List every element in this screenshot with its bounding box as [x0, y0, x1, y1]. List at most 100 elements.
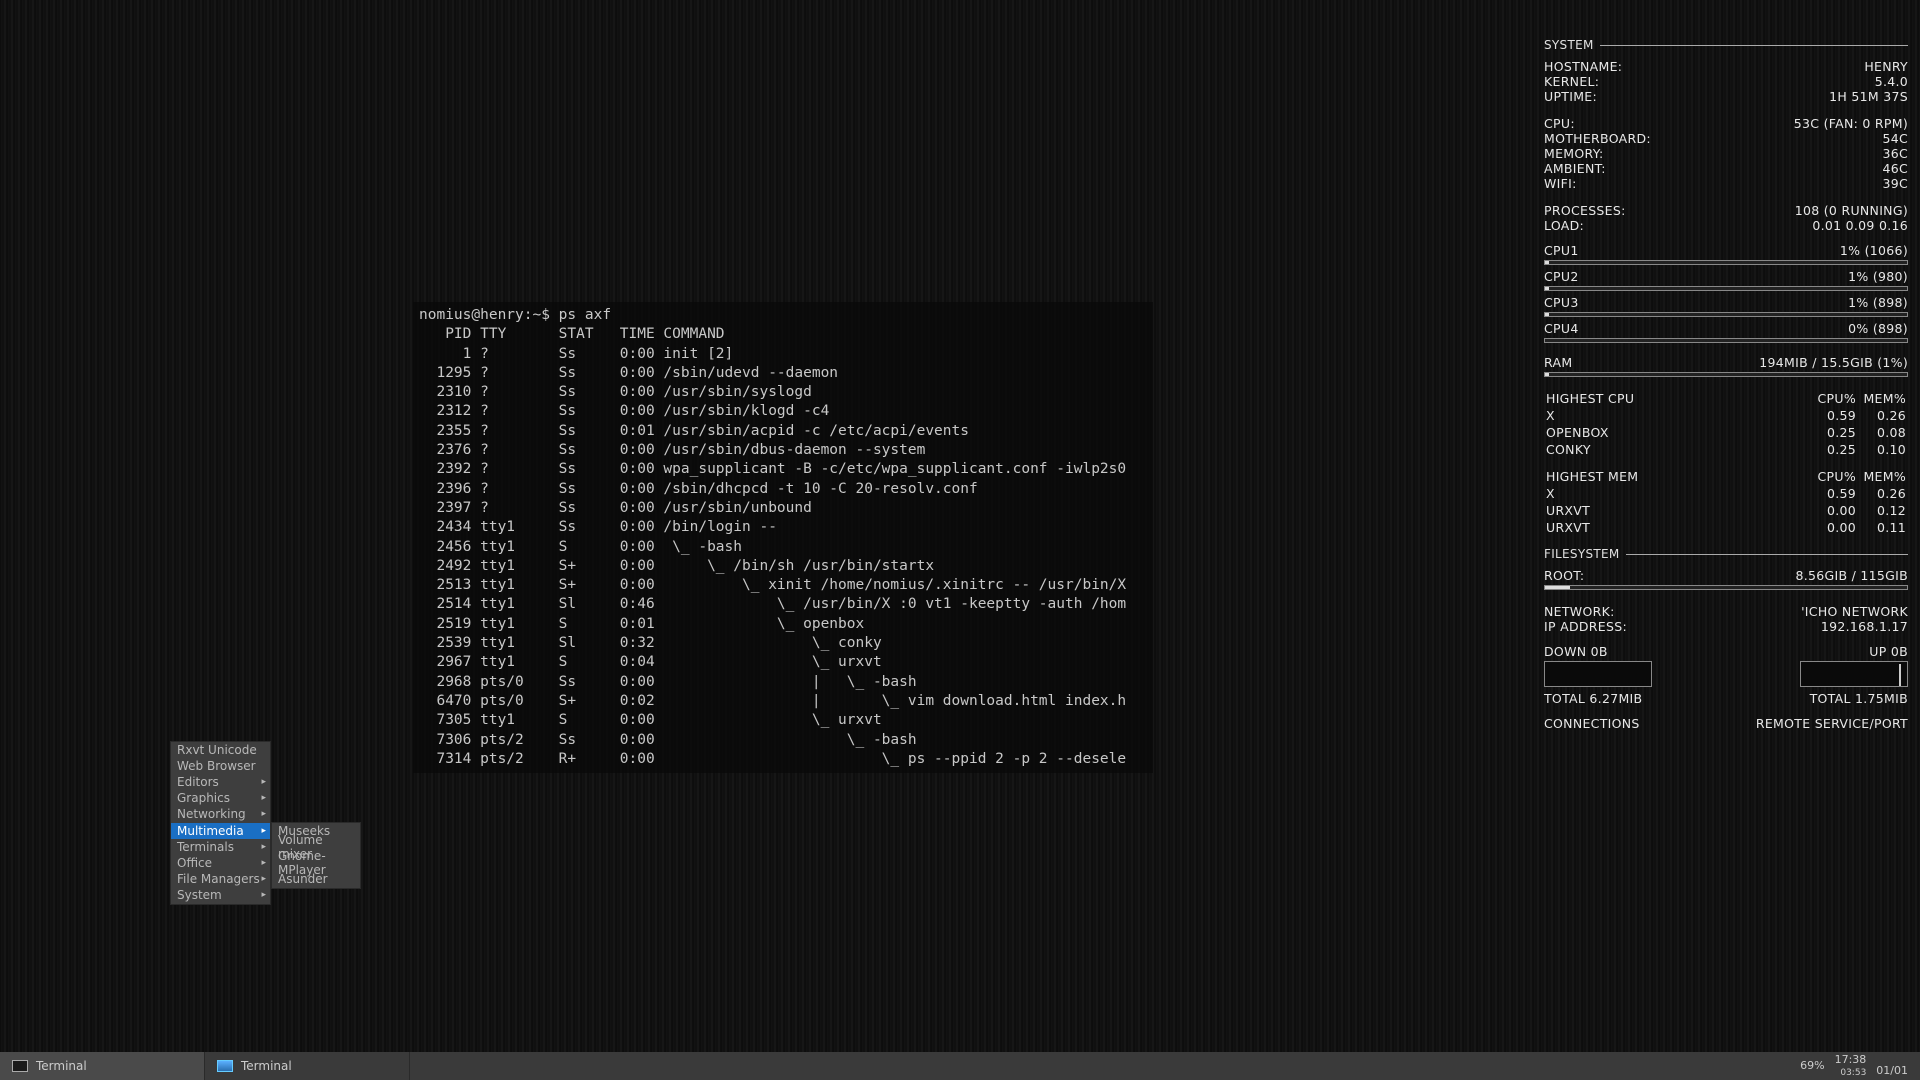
mb-value: 54C [1882, 131, 1908, 146]
system-tray[interactable]: 69% 17:3803:53 01/01 [1788, 1054, 1920, 1079]
terminal-row: 2355 ? Ss 0:01 /usr/sbin/acpid -c /etc/a… [419, 423, 969, 439]
cpu2-bar [1544, 286, 1908, 291]
chevron-right-icon: ▸ [261, 826, 266, 836]
kernel-value: 5.4.0 [1875, 74, 1908, 89]
menu-item-terminals[interactable]: Terminals ▸ [171, 839, 270, 855]
ram-bar [1544, 372, 1908, 377]
ambient-value: 46C [1882, 161, 1908, 176]
cpu4-value: 0% (898) [1848, 321, 1908, 336]
menu-label: File Managers [177, 872, 260, 886]
terminal-row: 7314 pts/2 R+ 0:00 \_ ps --ppid 2 -p 2 -… [419, 751, 1126, 767]
kernel-label: KERNEL: [1544, 74, 1599, 89]
menu-item-rxvt[interactable]: Rxvt Unicode [171, 742, 270, 758]
menu-label: Editors [177, 775, 219, 789]
terminal-row: 2492 tty1 S+ 0:00 \_ /bin/sh /usr/bin/st… [419, 558, 934, 574]
cputemp-value: 53C (FAN: 0 RPM) [1794, 116, 1908, 131]
cpu2-value: 1% (980) [1848, 269, 1908, 284]
date: 01/01 [1876, 1065, 1908, 1079]
highest-mem-table: HIGHEST MEMCPU%MEM% X0.590.26 URXVT0.000… [1544, 467, 1908, 537]
chevron-right-icon: ▸ [261, 858, 266, 868]
terminal-row: 2514 tty1 Sl 0:46 \_ /usr/bin/X :0 vt1 -… [419, 596, 1126, 612]
uptime-label: UPTIME: [1544, 89, 1597, 104]
wifitemp-value: 39C [1882, 176, 1908, 191]
down-total: TOTAL 6.27MIB [1544, 691, 1642, 706]
menu-label: Rxvt Unicode [177, 743, 257, 757]
chevron-right-icon: ▸ [261, 890, 266, 900]
load-value: 0.01 0.09 0.16 [1812, 218, 1908, 233]
chevron-right-icon: ▸ [261, 842, 266, 852]
task-label: Terminal [36, 1059, 87, 1073]
menu-item-multimedia[interactable]: Multimedia ▸ [171, 823, 270, 839]
terminal-row: 2397 ? Ss 0:00 /usr/sbin/unbound [419, 500, 812, 516]
terminal-row: 2968 pts/0 Ss 0:00 | \_ -bash [419, 674, 917, 690]
processes-value: 108 (0 RUNNING) [1795, 203, 1908, 218]
terminal-row: 2396 ? Ss 0:00 /sbin/dhcpcd -t 10 -C 20-… [419, 481, 978, 497]
terminal-icon [217, 1060, 233, 1072]
uptime-value: 1H 51M 37S [1829, 89, 1908, 104]
task-label: Terminal [241, 1059, 292, 1073]
battery-level: 69% [1800, 1060, 1824, 1072]
root-value: 8.56GIB / 115GIB [1795, 568, 1908, 583]
menu-label: Web Browser [177, 759, 256, 773]
terminal-row: 2513 tty1 S+ 0:00 \_ xinit /home/nomius/… [419, 577, 1126, 593]
cpu3-bar [1544, 312, 1908, 317]
terminal-row: 2312 ? Ss 0:00 /usr/sbin/klogd -c4 [419, 403, 829, 419]
menu-item-office[interactable]: Office ▸ [171, 855, 270, 871]
submenu-item-gnomemplayer[interactable]: Gnome-MPlayer [272, 855, 360, 871]
terminal-window[interactable]: nomius@henry:~$ ps axf PID TTY STAT TIME… [413, 302, 1153, 773]
menu-item-browser[interactable]: Web Browser [171, 758, 270, 774]
terminal-row: 2434 tty1 Ss 0:00 /bin/login -- [419, 519, 777, 535]
up-label: UP 0B [1869, 644, 1908, 659]
menu-item-filemanagers[interactable]: File Managers▸ [171, 872, 270, 888]
terminal-row: 2456 tty1 S 0:00 \_ -bash [419, 539, 742, 555]
menu-item-editors[interactable]: Editors ▸ [171, 774, 270, 790]
menu-label: Office [177, 856, 212, 870]
terminal-row: 2376 ? Ss 0:00 /usr/sbin/dbus-daemon --s… [419, 442, 925, 458]
cpu1-label: CPU1 [1544, 243, 1579, 258]
section-system: SYSTEM [1544, 38, 1908, 53]
wifitemp-label: WIFI: [1544, 176, 1577, 191]
menu-label: Terminals [177, 840, 234, 854]
context-menu[interactable]: Rxvt Unicode Web Browser Editors ▸ Graphi… [170, 741, 271, 905]
terminal-row: 2519 tty1 S 0:01 \_ openbox [419, 616, 864, 632]
cpu1-value: 1% (1066) [1840, 243, 1908, 258]
taskbar[interactable]: Terminal Terminal 69% 17:3803:53 01/01 [0, 1052, 1920, 1080]
ram-value: 194MIB / 15.5GIB (1%) [1759, 355, 1908, 370]
menu-label: Graphics [177, 791, 230, 805]
chevron-right-icon: ▸ [261, 777, 266, 787]
terminal-header: PID TTY STAT TIME COMMAND [419, 326, 725, 342]
memtemp-label: MEMORY: [1544, 146, 1603, 161]
menu-item-graphics[interactable]: Graphics ▸ [171, 791, 270, 807]
chevron-right-icon: ▸ [261, 809, 266, 819]
ip-value: 192.168.1.17 [1821, 619, 1908, 634]
cputemp-label: CPU: [1544, 116, 1575, 131]
cpu4-label: CPU4 [1544, 321, 1579, 336]
taskbar-item-terminal-1[interactable]: Terminal [0, 1052, 205, 1080]
taskbar-item-terminal-2[interactable]: Terminal [205, 1052, 410, 1080]
hostname-value: HENRY [1864, 59, 1908, 74]
terminal-row: 6470 pts/0 S+ 0:02 | \_ vim download.htm… [419, 693, 1126, 709]
network-value: 'ICHO NETWORK [1801, 604, 1908, 619]
down-label: DOWN 0B [1544, 644, 1608, 659]
chevron-right-icon: ▸ [261, 793, 266, 803]
ambient-label: AMBIENT: [1544, 161, 1606, 176]
terminal-row: 2967 tty1 S 0:04 \_ urxvt [419, 654, 882, 670]
root-bar [1544, 585, 1908, 590]
upload-graph [1800, 661, 1908, 687]
terminal-row: 1295 ? Ss 0:00 /sbin/udevd --daemon [419, 365, 838, 381]
section-filesystem: FILESYSTEM [1544, 547, 1908, 562]
terminal-row: 2310 ? Ss 0:00 /usr/sbin/syslogd [419, 384, 812, 400]
terminal-icon [12, 1060, 28, 1072]
connections-header: REMOTE SERVICE/PORT [1756, 716, 1908, 731]
cpu4-bar [1544, 338, 1908, 343]
menu-label: Multimedia [177, 824, 244, 838]
menu-label: Networking [177, 807, 246, 821]
menu-item-system[interactable]: System▸ [171, 888, 270, 904]
memtemp-value: 36C [1882, 146, 1908, 161]
menu-item-networking[interactable]: Networking ▸ [171, 807, 270, 823]
context-submenu[interactable]: Museeks Volume mixer Gnome-MPlayer Asund… [271, 822, 361, 889]
highest-cpu-table: HIGHEST CPUCPU%MEM% X0.590.26 OPENBOX0.2… [1544, 389, 1908, 459]
terminal-row: 2392 ? Ss 0:00 wpa_supplicant -B -c/etc/… [419, 461, 1126, 477]
clock: 17:3803:53 [1835, 1054, 1867, 1079]
up-total: TOTAL 1.75MIB [1810, 691, 1908, 706]
